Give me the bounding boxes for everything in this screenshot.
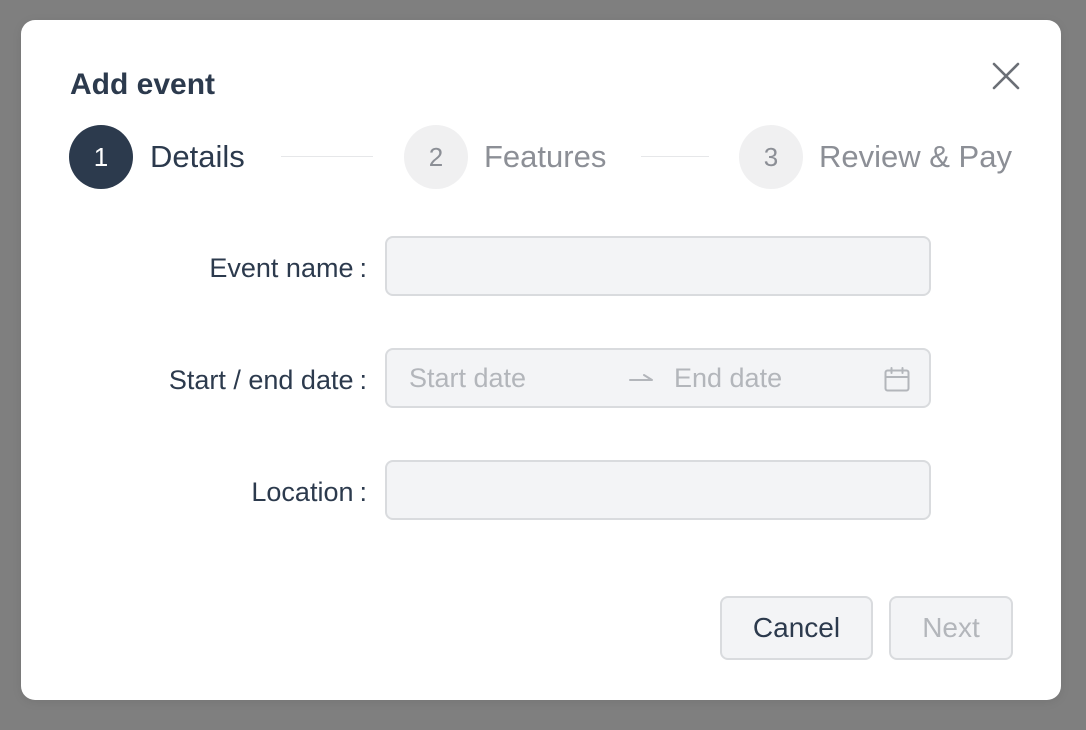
event-name-field: [385, 236, 931, 296]
calendar-icon[interactable]: [883, 366, 911, 394]
arrow-right-icon: [629, 374, 653, 381]
dates-label: Start / end date:: [168, 365, 367, 395]
event-name-input[interactable]: [387, 238, 929, 294]
end-date-input[interactable]: End date: [674, 350, 782, 406]
step-3-indicator: 3: [739, 125, 803, 189]
step-1-label: Details: [150, 139, 245, 174]
step-3-label: Review & Pay: [819, 139, 1012, 174]
cancel-button[interactable]: Cancel: [720, 596, 873, 660]
step-connector: [641, 156, 709, 157]
dialog-title: Add event: [70, 68, 216, 101]
add-event-dialog: Add event 1 Details 2 Features 3 Review …: [21, 20, 1061, 700]
step-2-indicator: 2: [404, 125, 468, 189]
close-button[interactable]: [991, 61, 1021, 91]
step-2-label: Features: [484, 139, 607, 174]
next-button[interactable]: Next: [889, 596, 1013, 660]
close-icon: [992, 62, 1020, 90]
location-label: Location:: [251, 477, 367, 507]
step-1-indicator: 1: [69, 125, 133, 189]
date-range-picker[interactable]: Start date End date: [385, 348, 931, 408]
event-name-label: Event name:: [209, 253, 367, 283]
step-connector: [281, 156, 373, 157]
start-date-input[interactable]: Start date: [409, 350, 526, 406]
location-input[interactable]: [387, 462, 929, 518]
location-field: [385, 460, 931, 520]
